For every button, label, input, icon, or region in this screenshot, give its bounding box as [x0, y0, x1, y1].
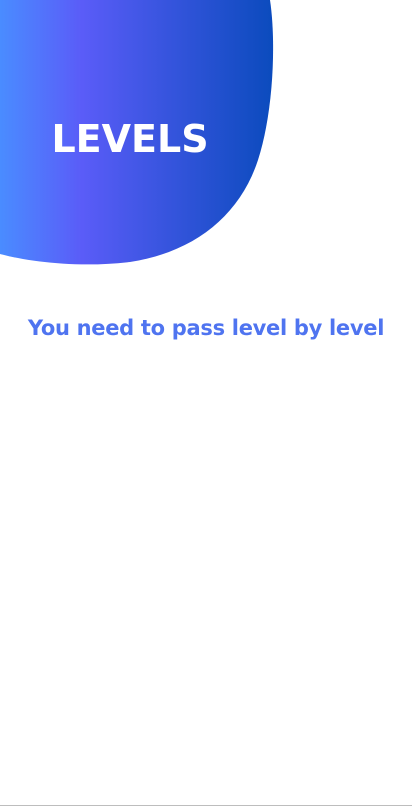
- bottom-divider: [0, 805, 412, 806]
- onboarding-screen: LEVELS You need to pass level by level: [0, 0, 412, 807]
- hero-title: LEVELS: [51, 117, 209, 161]
- intro-subtitle: You need to pass level by level: [27, 316, 385, 340]
